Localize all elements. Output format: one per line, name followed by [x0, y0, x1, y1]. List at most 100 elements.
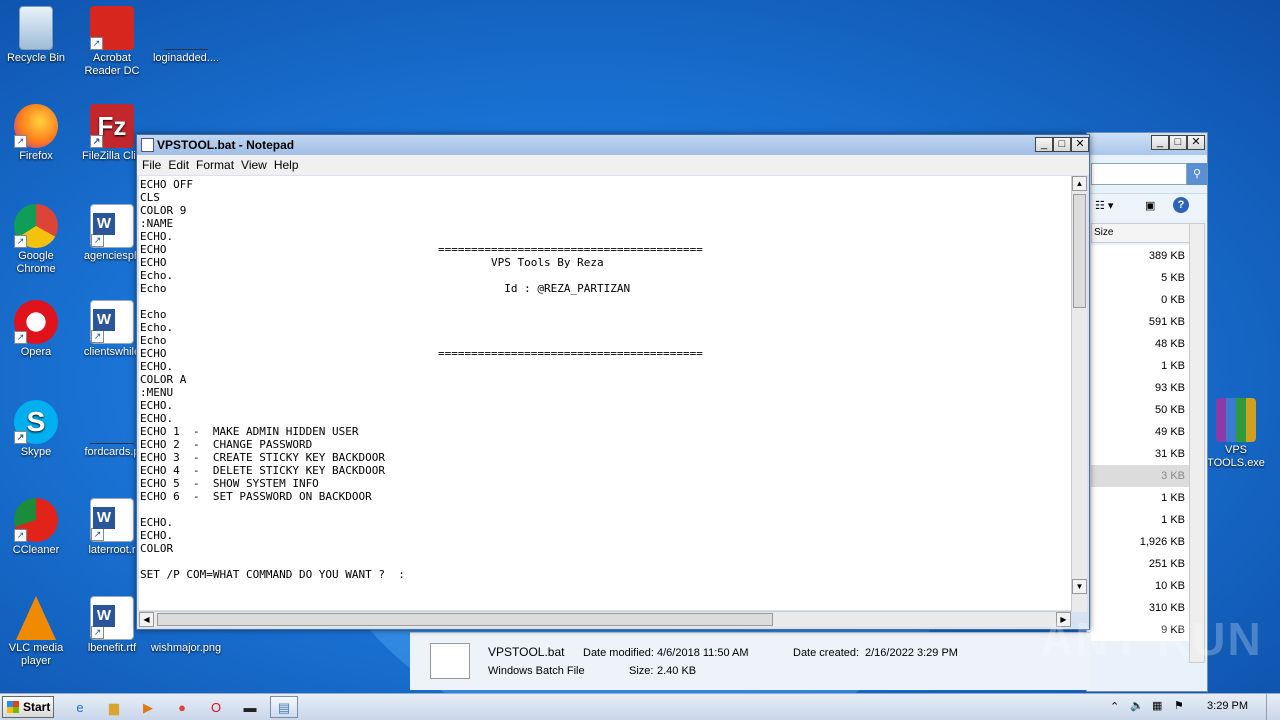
file-size-row[interactable]: 48 KB: [1091, 333, 1191, 355]
action-center-icon[interactable]: ⚑: [1174, 699, 1184, 712]
icon-label: CCleaner: [12, 544, 60, 556]
file-size-row[interactable]: 1,926 KB: [1091, 531, 1191, 553]
icon-label: Skype: [20, 446, 52, 458]
help-icon[interactable]: ?: [1173, 197, 1189, 213]
desktop: Recycle Bin ↗ Acrobat Reader DC loginadd…: [0, 0, 1280, 693]
notepad-window: VPSTOOL.bat - Notepad _ □ ✕ File Edit Fo…: [136, 134, 1090, 630]
firefox-shortcut[interactable]: ↗ Firefox: [0, 104, 72, 163]
scroll-down-icon[interactable]: ▼: [1072, 579, 1087, 594]
notepad-taskbar-icon[interactable]: ▤: [270, 696, 298, 718]
file-size-row[interactable]: 49 KB: [1091, 421, 1191, 443]
maximize-button[interactable]: □: [1169, 135, 1187, 150]
explorer-titlebar: _ □ ✕: [1087, 133, 1207, 155]
icon-label: VLC media player: [8, 642, 64, 667]
file-size-row[interactable]: 50 KB: [1091, 399, 1191, 421]
notepad-titlebar[interactable]: VPSTOOL.bat - Notepad _ □ ✕: [137, 135, 1089, 155]
view-options-icon[interactable]: ☷ ▾: [1095, 199, 1113, 212]
text-editor[interactable]: ECHO OFF CLS COLOR 9 :NAME ECHO. ECHO ==…: [139, 176, 1071, 610]
window-title: VPSTOOL.bat - Notepad: [157, 138, 295, 152]
menu-view[interactable]: View: [240, 155, 273, 175]
volume-icon[interactable]: 🔈: [1130, 699, 1144, 712]
icon-label: laterroot.r: [88, 544, 136, 556]
close-button[interactable]: ✕: [1187, 135, 1205, 150]
file-size-row[interactable]: 1 KB: [1091, 487, 1191, 509]
recycle-bin-icon: [19, 6, 53, 50]
editor-content[interactable]: ECHO OFF CLS COLOR 9 :NAME ECHO. ECHO ==…: [140, 178, 1071, 581]
horizontal-scrollbar[interactable]: ◀ ▶: [139, 611, 1071, 627]
details-filename: VPSTOOL.bat: [488, 645, 565, 659]
word-doc-icon: ↗: [90, 300, 134, 344]
vps-tools-exe[interactable]: VPS TOOLS.exe: [1200, 398, 1272, 470]
watermark-logo: ANY RUN: [1040, 613, 1263, 665]
clock[interactable]: 3:29 PM: [1207, 700, 1248, 712]
start-button[interactable]: Start: [2, 696, 54, 718]
icon-label: fordcards.p: [84, 446, 140, 458]
file-size-row[interactable]: 0 KB: [1091, 289, 1191, 311]
ccleaner-shortcut[interactable]: ↗ CCleaner: [0, 498, 72, 557]
icon-label: Google Chrome: [16, 250, 56, 275]
file-size-row[interactable]: 3 KB: [1091, 465, 1191, 487]
close-button[interactable]: ✕: [1071, 137, 1089, 152]
batch-file-icon: [430, 643, 470, 679]
file-size-row[interactable]: 1 KB: [1091, 509, 1191, 531]
file-size-row[interactable]: 591 KB: [1091, 311, 1191, 333]
chrome-shortcut[interactable]: ↗ Google Chrome: [0, 204, 72, 276]
vlc-shortcut[interactable]: VLC media player: [0, 596, 72, 668]
explorer-taskbar-icon[interactable]: ▆: [100, 696, 128, 718]
menu-help[interactable]: Help: [273, 155, 305, 175]
file-size-row[interactable]: 10 KB: [1091, 575, 1191, 597]
details-filetype: Windows Batch File: [488, 665, 585, 677]
file-size-row[interactable]: 93 KB: [1091, 377, 1191, 399]
scroll-left-icon[interactable]: ◀: [139, 612, 154, 627]
details-modified-value: 4/6/2018 11:50 AM: [657, 647, 749, 659]
minimize-button[interactable]: _: [1035, 137, 1053, 152]
notepad-icon: [141, 138, 154, 152]
icon-label: Acrobat Reader DC: [84, 52, 140, 77]
icon-label: FileZilla Clie: [82, 150, 142, 162]
file-icon: [164, 6, 208, 50]
opera-taskbar-icon[interactable]: O: [202, 696, 230, 718]
firefox-icon: ↗: [14, 104, 58, 148]
preview-pane-icon[interactable]: ▣: [1145, 199, 1155, 212]
file-size-row[interactable]: 389 KB: [1091, 245, 1191, 267]
vertical-scrollbar[interactable]: ▲ ▼: [1071, 176, 1087, 612]
icon-label: wishmajor.png: [150, 642, 222, 654]
show-hidden-icons-icon[interactable]: ⌃: [1110, 700, 1119, 713]
network-icon[interactable]: ▦: [1152, 699, 1162, 712]
chrome-taskbar-icon[interactable]: ●: [168, 696, 196, 718]
icon-label: Recycle Bin: [6, 52, 66, 64]
explorer-scrollbar[interactable]: [1189, 223, 1205, 663]
file-icon: [90, 400, 134, 444]
skype-shortcut[interactable]: S ↗ Skype: [0, 400, 72, 459]
file-size-row[interactable]: 251 KB: [1091, 553, 1191, 575]
menu-edit[interactable]: Edit: [167, 155, 195, 175]
scroll-thumb[interactable]: [157, 613, 773, 626]
menu-file[interactable]: File: [141, 155, 167, 175]
cmd-icon[interactable]: ▬: [236, 696, 264, 718]
file-size-list: 389 KB 5 KB 0 KB 591 KB 48 KB 1 KB 93 KB 50 KB 4…: [1091, 245, 1191, 641]
acrobat-shortcut[interactable]: ↗ Acrobat Reader DC: [76, 6, 148, 78]
media-player-icon[interactable]: ▶: [134, 696, 162, 718]
minimize-button[interactable]: _: [1151, 135, 1169, 150]
details-pane: VPSTOOL.bat Windows Batch File Date modi…: [410, 632, 1090, 690]
file-size-row[interactable]: 31 KB: [1091, 443, 1191, 465]
scroll-up-icon[interactable]: ▲: [1072, 176, 1087, 191]
explorer-toolbar: ☷ ▾ ▣ ?: [1087, 193, 1207, 219]
scroll-thumb[interactable]: [1073, 194, 1086, 308]
explorer-window: _ □ ✕ ⚲ ☷ ▾ ▣ ? Size 389 KB 5 KB 0 KB 591 K…: [1086, 132, 1208, 692]
menu-format[interactable]: Format: [195, 155, 240, 175]
file-size-row[interactable]: 5 KB: [1091, 267, 1191, 289]
show-desktop-button[interactable]: [1266, 694, 1280, 720]
ie-icon[interactable]: e: [66, 696, 94, 718]
recycle-bin-shortcut[interactable]: Recycle Bin: [0, 6, 72, 65]
word-doc-icon: ↗: [90, 498, 134, 542]
size-column-header[interactable]: Size: [1091, 223, 1191, 243]
opera-shortcut[interactable]: ↗ Opera: [0, 300, 72, 359]
search-icon[interactable]: ⚲: [1187, 163, 1207, 185]
file-size-row[interactable]: 1 KB: [1091, 355, 1191, 377]
explorer-search-input[interactable]: [1091, 163, 1187, 185]
maximize-button[interactable]: □: [1053, 137, 1071, 152]
icon-label: clientswhile: [83, 346, 141, 358]
details-modified-label: Date modified:: [583, 647, 654, 659]
loginadded-file[interactable]: loginadded....: [150, 6, 222, 65]
